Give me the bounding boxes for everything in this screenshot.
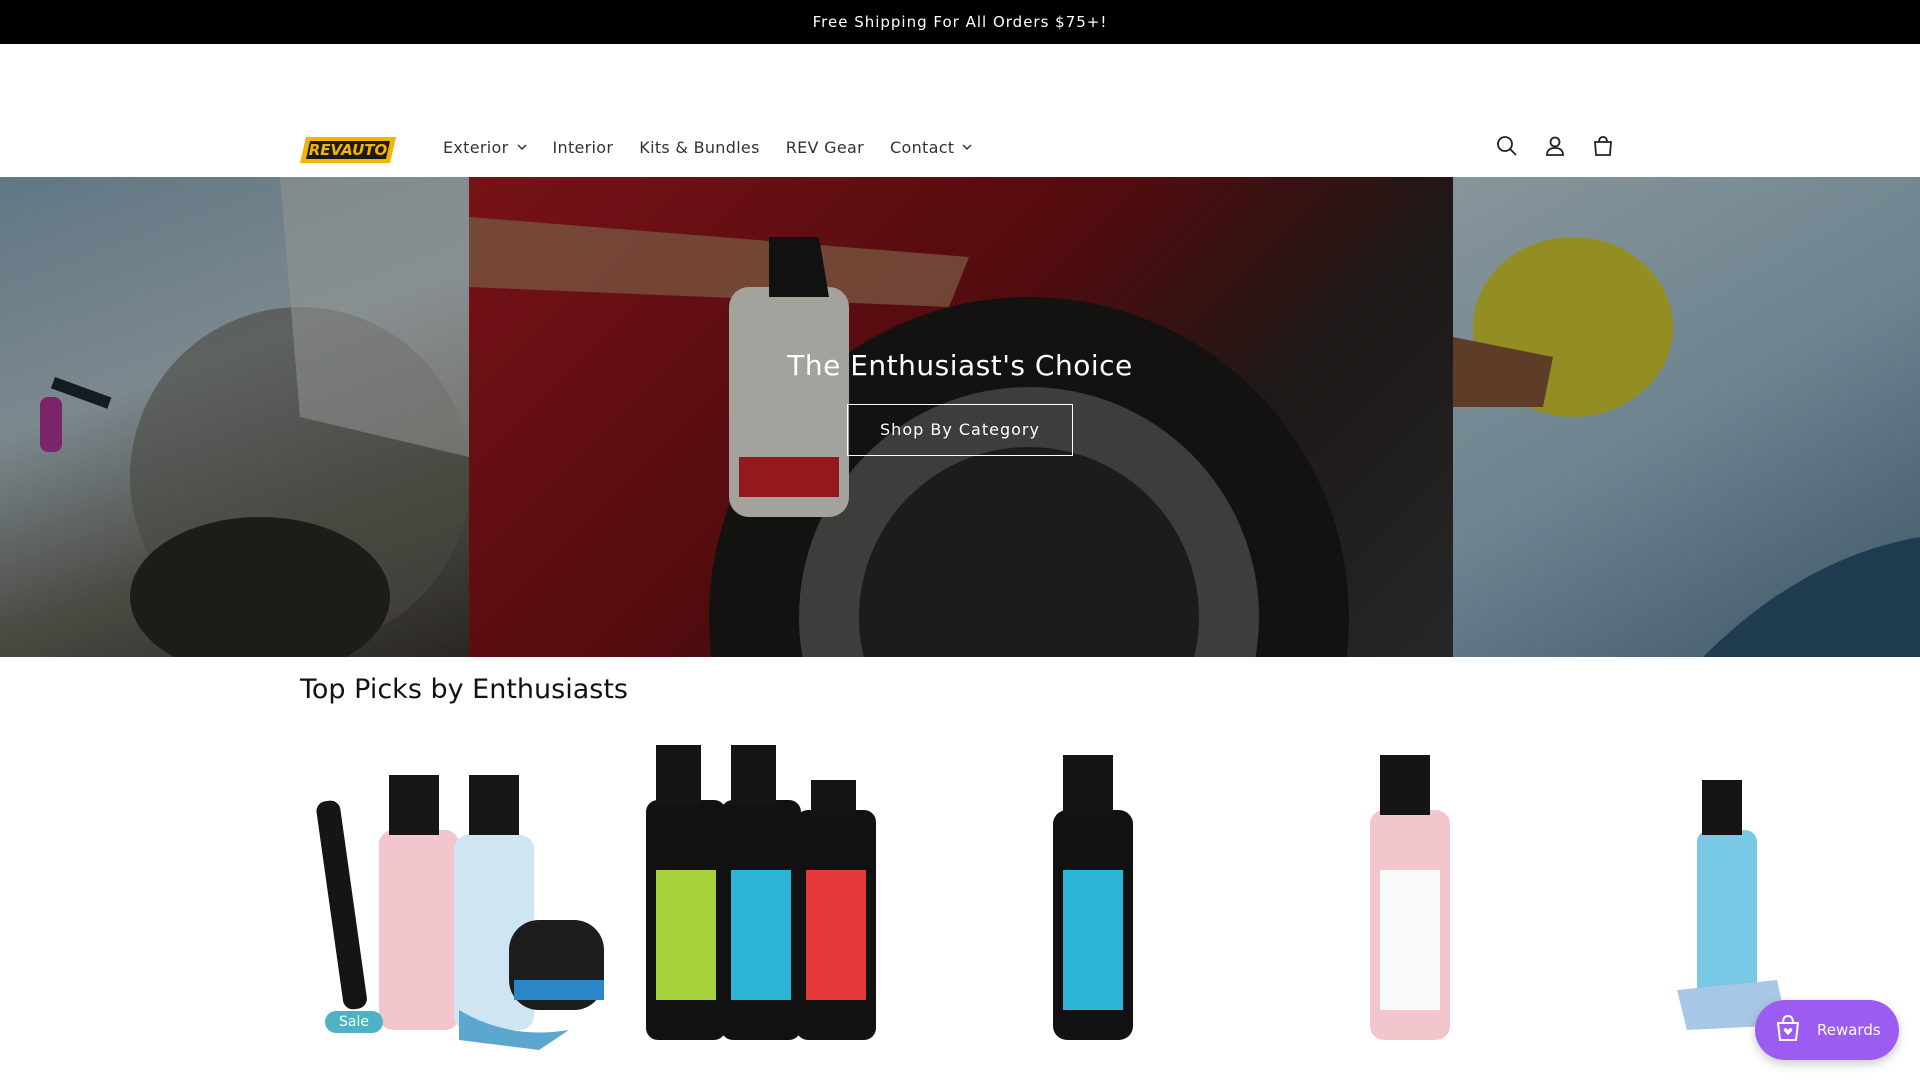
- nav-label: Kits & Bundles: [639, 138, 760, 157]
- gift-bag-icon: [1773, 1013, 1803, 1047]
- nav-label: Interior: [552, 138, 614, 157]
- site-header: REVAUTO Exterior Interior Kits & Bundles…: [0, 44, 1920, 177]
- product-card[interactable]: [300, 740, 617, 1050]
- product-image: [1052, 755, 1133, 1040]
- header-icons: [1495, 134, 1615, 158]
- rewards-button[interactable]: Rewards: [1755, 1000, 1899, 1060]
- hero-title: The Enthusiast's Choice: [787, 348, 1133, 382]
- main-nav: Exterior Interior Kits & Bundles REV Gea…: [443, 138, 998, 157]
- nav-item-kits-bundles[interactable]: Kits & Bundles: [639, 138, 759, 157]
- product-card[interactable]: [617, 740, 934, 1050]
- nav-item-contact[interactable]: Contact: [890, 138, 972, 157]
- nav-item-interior[interactable]: Interior: [553, 138, 614, 157]
- product-image: [1369, 755, 1450, 1040]
- nav-label: Contact: [890, 138, 955, 157]
- cart-icon[interactable]: [1591, 134, 1615, 158]
- rewards-label: Rewards: [1817, 1021, 1881, 1039]
- chevron-down-icon: [962, 144, 972, 151]
- shop-by-category-button[interactable]: Shop By Category: [847, 403, 1073, 456]
- section-title: Top Picks by Enthusiasts: [300, 674, 628, 705]
- nav-item-exterior[interactable]: Exterior: [443, 138, 527, 157]
- nav-item-rev-gear[interactable]: REV Gear: [786, 138, 864, 157]
- chevron-down-icon: [516, 144, 527, 151]
- logo-text: REVAUTO: [309, 141, 388, 159]
- announcement-bar: Free Shipping For All Orders $75+!: [0, 0, 1920, 44]
- product-list: [300, 740, 1885, 1050]
- announcement-text: Free Shipping For All Orders $75+!: [812, 13, 1108, 31]
- product-image: [645, 745, 876, 1040]
- product-card[interactable]: [934, 740, 1251, 1050]
- sale-badge: Sale: [325, 1011, 383, 1033]
- nav-label: REV Gear: [785, 138, 865, 157]
- brand-logo[interactable]: REVAUTO: [300, 133, 400, 167]
- product-image: [315, 775, 604, 1050]
- nav-label: Exterior: [443, 138, 509, 157]
- hero-content: The Enthusiast's Choice Shop By Category: [0, 177, 1920, 657]
- account-icon[interactable]: [1543, 134, 1567, 158]
- search-icon[interactable]: [1495, 134, 1519, 158]
- product-card[interactable]: [1251, 740, 1568, 1050]
